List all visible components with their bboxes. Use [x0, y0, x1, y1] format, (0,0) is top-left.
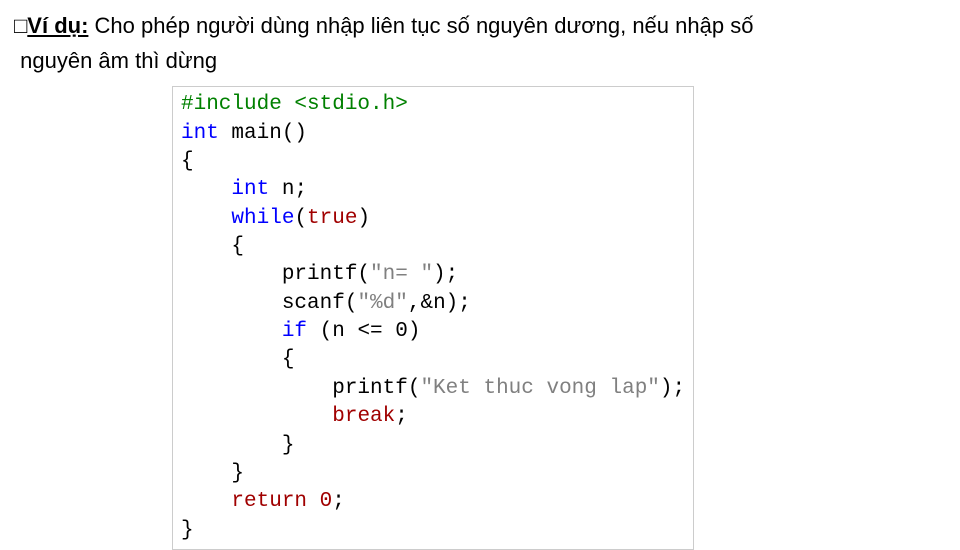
code-printf: printf( [181, 377, 420, 400]
code-indent [181, 405, 332, 428]
code-semi: ; [332, 490, 345, 513]
example-instruction: □Ví dụ: Cho phép người dùng nhập liên tụ… [14, 8, 946, 78]
code-indent [181, 207, 231, 230]
kw-int: int [231, 178, 269, 201]
kw-break: break [332, 405, 395, 428]
code-block: #include <stdio.h> int main() { int n; w… [172, 86, 694, 550]
kw-return: return [231, 490, 307, 513]
code-semi: ; [395, 405, 408, 428]
code-end: ,&n); [408, 292, 471, 315]
code-paren: ) [357, 207, 370, 230]
literal-zero: 0 [307, 490, 332, 513]
bullet-glyph: □ [14, 13, 27, 38]
code-brace-open: { [181, 235, 244, 258]
code-scanf: scanf( [181, 292, 357, 315]
code-line-include: #include <stdio.h> [181, 93, 408, 116]
kw-if: if [282, 320, 307, 343]
instruction-line2: nguyên âm thì dừng [20, 48, 217, 73]
kw-while: while [231, 207, 294, 230]
code-indent [181, 320, 282, 343]
code-brace-open: { [181, 348, 294, 371]
kw-int: int [181, 122, 219, 145]
string-literal: "n= " [370, 263, 433, 286]
code-brace-close: } [181, 519, 194, 542]
code-indent [181, 490, 231, 513]
instruction-line1: Cho phép người dùng nhập liên tục số ngu… [88, 13, 753, 38]
code-indent [181, 178, 231, 201]
code-end: ); [433, 263, 458, 286]
code-condition: (n <= 0) [307, 320, 420, 343]
code-brace-close: } [181, 462, 244, 485]
string-literal: "%d" [357, 292, 407, 315]
code-printf: printf( [181, 263, 370, 286]
code-paren: ( [294, 207, 307, 230]
code-brace-open: { [181, 150, 194, 173]
example-label: Ví dụ: [27, 13, 88, 38]
string-literal: "Ket thuc vong lap" [420, 377, 659, 400]
code-var-decl: n; [269, 178, 307, 201]
code-brace-close: } [181, 434, 294, 457]
kw-true: true [307, 207, 357, 230]
code-end: ); [660, 377, 685, 400]
code-main-decl: main() [219, 122, 307, 145]
